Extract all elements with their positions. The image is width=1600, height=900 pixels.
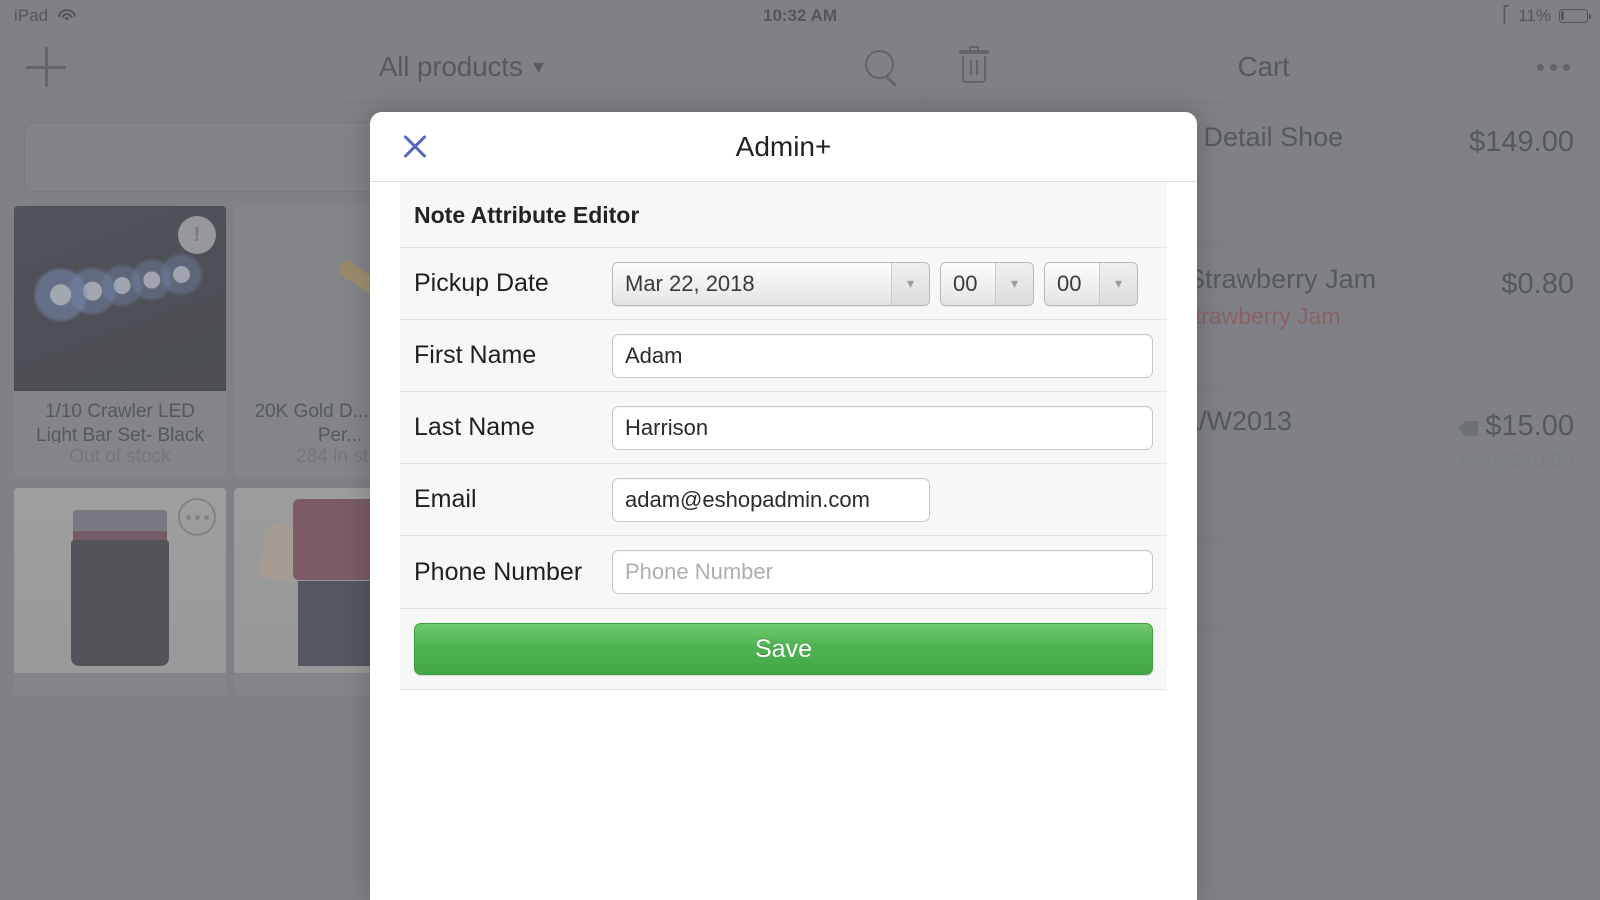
product-card[interactable]: [14, 488, 226, 695]
cart-item-pricing: $149.00: [1469, 122, 1574, 159]
modal-body: Note Attribute Editor Pickup Date Mar 22…: [370, 182, 1197, 900]
warning-badge-icon[interactable]: !: [178, 216, 216, 254]
modal-title: Admin+: [370, 131, 1197, 163]
last-name-field[interactable]: [612, 406, 1153, 450]
pickup-date-row: Pickup Date Mar 22, 2018 ▾ 00 ▾ 00 ▾: [400, 248, 1167, 320]
pickup-minute-value: 00: [1045, 271, 1093, 297]
more-options-icon[interactable]: [178, 498, 216, 536]
toolbar-row: All products ▼ Cart: [0, 31, 1600, 104]
phone-number-label: Phone Number: [414, 558, 612, 587]
cart-toolbar: Cart: [926, 31, 1600, 104]
cart-item-pricing: $15.00 Reg. $20.00: [1458, 406, 1574, 473]
product-title: [14, 673, 226, 682]
first-name-field[interactable]: [612, 334, 1153, 378]
first-name-row: First Name: [400, 320, 1167, 392]
products-title-button[interactable]: All products ▼: [0, 51, 926, 83]
chevron-down-icon: ▾: [1099, 263, 1137, 305]
last-name-row: Last Name: [400, 392, 1167, 464]
first-name-label: First Name: [414, 341, 612, 370]
price-tag-icon: [1458, 421, 1478, 436]
save-button[interactable]: Save: [414, 623, 1153, 675]
cart-item-price-value: $15.00: [1485, 410, 1574, 442]
product-title: 1/10 Crawler LED Light Bar Set- Black: [14, 391, 226, 443]
cart-item-price: $0.80: [1501, 268, 1574, 301]
product-stock: [14, 682, 226, 685]
note-attribute-editor-form: Note Attribute Editor Pickup Date Mar 22…: [400, 182, 1167, 609]
phone-number-field[interactable]: [612, 550, 1153, 594]
product-image: !: [14, 206, 226, 391]
pickup-date-select[interactable]: Mar 22, 2018 ▾: [612, 262, 930, 306]
last-name-label: Last Name: [414, 413, 612, 442]
chevron-down-icon: ▼: [530, 57, 548, 77]
cart-item-pricing: $0.80: [1501, 264, 1574, 301]
form-section-title: Note Attribute Editor: [400, 182, 1167, 248]
products-toolbar: All products ▼: [0, 31, 926, 104]
email-field[interactable]: [612, 478, 930, 522]
product-stock: Out of stock: [14, 443, 226, 468]
email-row: Email: [400, 464, 1167, 536]
search-icon[interactable]: [864, 49, 900, 85]
pickup-date-label: Pickup Date: [414, 269, 612, 298]
battery-icon: [1559, 9, 1588, 23]
chevron-down-icon: ▾: [995, 263, 1033, 305]
products-title-label: All products: [379, 51, 523, 82]
cart-item-price: $15.00: [1458, 410, 1574, 443]
pickup-hour-select[interactable]: 00 ▾: [940, 262, 1034, 306]
admin-plus-modal: Admin+ Note Attribute Editor Pickup Date…: [370, 112, 1197, 900]
status-bar: iPad 10:32 AM ⎡ 11%: [0, 0, 1600, 31]
product-image: [14, 488, 226, 673]
pickup-date-value: Mar 22, 2018: [613, 271, 767, 297]
cart-item-regular-price: Reg. $20.00: [1458, 449, 1574, 473]
email-label: Email: [414, 485, 612, 514]
save-panel: Save: [400, 609, 1167, 690]
chevron-down-icon: ▾: [891, 263, 929, 305]
product-card[interactable]: ! 1/10 Crawler LED Light Bar Set- Black …: [14, 206, 226, 478]
cart-item-price: $149.00: [1469, 126, 1574, 159]
cart-title: Cart: [927, 51, 1600, 83]
battery-fill: [1561, 11, 1564, 20]
pickup-minute-select[interactable]: 00 ▾: [1044, 262, 1138, 306]
status-bar-clock: 10:32 AM: [0, 6, 1600, 26]
modal-header: Admin+: [370, 112, 1197, 182]
pickup-hour-value: 00: [941, 271, 989, 297]
phone-number-row: Phone Number: [400, 536, 1167, 608]
